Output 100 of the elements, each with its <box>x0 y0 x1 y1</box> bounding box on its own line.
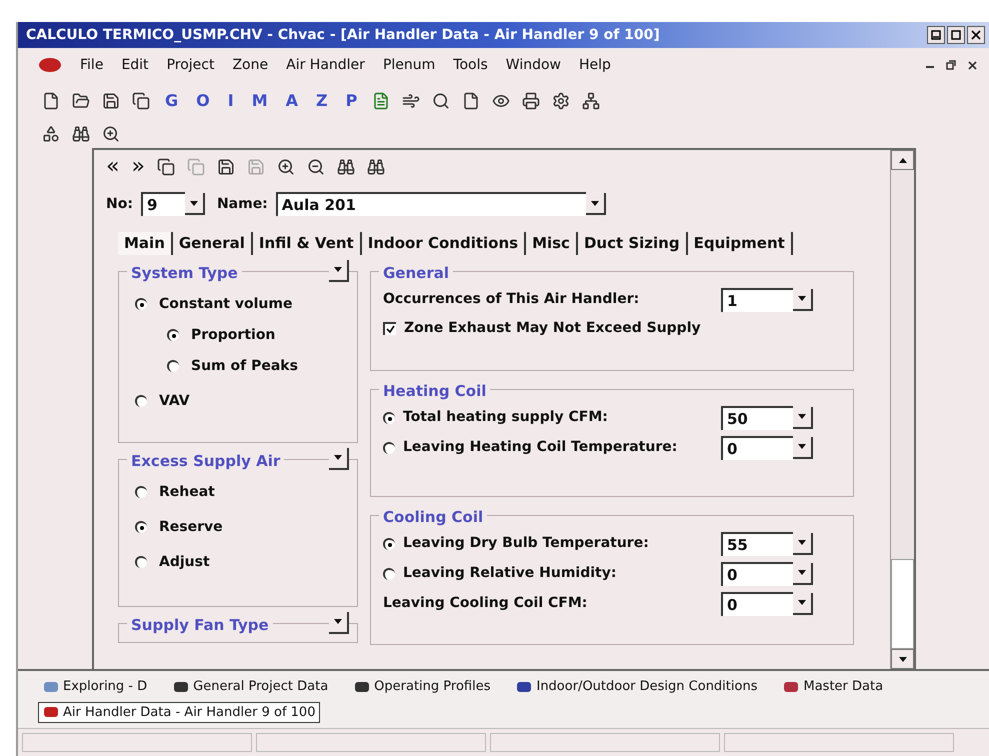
dropdown-arrow-button[interactable] <box>793 436 813 458</box>
radio-button[interactable] <box>383 412 395 424</box>
toolbar-letter-button[interactable]: I <box>224 89 237 113</box>
menu-item[interactable]: Plenum <box>382 54 436 76</box>
caret-icon <box>798 570 806 575</box>
up-arrow-icon[interactable] <box>898 158 906 162</box>
close-icon[interactable] <box>968 60 977 70</box>
tab[interactable]: Equipment <box>688 232 793 254</box>
value-field[interactable]: 0 <box>721 562 793 586</box>
minimize-button[interactable] <box>927 26 945 44</box>
preview-icon[interactable] <box>492 92 510 110</box>
dropdown-arrow-button[interactable] <box>793 532 813 554</box>
tab[interactable]: General <box>172 232 253 254</box>
copy-icon[interactable] <box>132 92 150 110</box>
radio-button[interactable] <box>383 538 395 550</box>
page-icon[interactable] <box>462 92 480 110</box>
dropdown-arrow-button[interactable] <box>793 562 813 584</box>
radio-button[interactable] <box>383 568 395 580</box>
dropdown-arrow-button[interactable] <box>793 288 813 310</box>
checkbox[interactable] <box>383 322 396 334</box>
dropdown-arrow-button[interactable] <box>586 193 606 215</box>
value-field[interactable]: 1 <box>721 288 793 312</box>
radio-button[interactable] <box>167 329 179 341</box>
toolbar-letter-button[interactable]: G <box>162 89 182 113</box>
radio-button[interactable] <box>135 521 147 533</box>
menu-item[interactable]: Zone <box>232 54 268 76</box>
option-label: Constant volume <box>159 294 292 314</box>
radio-button[interactable] <box>135 486 147 498</box>
option-label: Sum of Peaks <box>191 356 298 376</box>
taskbar-item[interactable]: Master Data <box>778 676 888 698</box>
save-icon[interactable] <box>102 92 120 110</box>
menu-item[interactable]: Window <box>506 54 561 76</box>
printer-icon[interactable] <box>522 92 540 110</box>
value-field[interactable]: 0 <box>721 436 793 460</box>
search-icon[interactable] <box>432 92 450 110</box>
caret-icon <box>190 200 198 206</box>
app-icon[interactable] <box>38 56 62 74</box>
document-icon[interactable] <box>372 92 390 110</box>
save-icon[interactable] <box>216 158 235 176</box>
binoculars-icon[interactable] <box>72 125 90 143</box>
zoom-out-icon[interactable] <box>306 158 325 176</box>
toolbar-letter-button[interactable]: P <box>342 89 360 113</box>
restore-icon[interactable] <box>946 60 956 70</box>
toolbar-letter-button[interactable]: M <box>248 89 271 113</box>
value-field[interactable]: 0 <box>721 592 793 616</box>
radio-button[interactable] <box>135 556 147 568</box>
taskbar-item[interactable]: Air Handler Data - Air Handler 9 of 100 <box>38 702 320 723</box>
scrollbar[interactable] <box>890 150 914 669</box>
scrollbar-thumb[interactable] <box>891 559 914 649</box>
toolbar-letter-button[interactable]: A <box>282 89 302 113</box>
menu-item[interactable]: Tools <box>453 54 488 76</box>
zoom-icon[interactable] <box>102 125 120 143</box>
network-icon[interactable] <box>582 92 600 110</box>
dropdown-arrow-button[interactable] <box>184 193 205 215</box>
option-label: Proportion <box>191 326 276 344</box>
nav-arrow-button[interactable]: « <box>106 156 120 178</box>
binoculars-icon[interactable] <box>336 158 355 176</box>
window-icon <box>783 680 800 694</box>
settings-icon[interactable] <box>552 92 570 110</box>
menu-item[interactable]: Edit <box>121 54 149 76</box>
tab[interactable]: Indoor Conditions <box>362 232 526 254</box>
radio-button[interactable] <box>135 298 147 310</box>
taskbar-item[interactable]: Operating Profiles <box>349 676 496 698</box>
radio-button[interactable] <box>383 442 395 454</box>
taskbar-item[interactable]: Exploring - D <box>38 676 152 698</box>
shapes-icon[interactable] <box>42 125 60 143</box>
field-label: No: <box>106 194 133 214</box>
menu-item[interactable]: Air Handler <box>286 54 365 76</box>
radio-button[interactable] <box>167 360 179 372</box>
minimize-icon <box>931 30 941 40</box>
toolbar-letter-button[interactable]: Z <box>313 89 331 113</box>
value-field[interactable]: Aula 201 <box>276 192 586 216</box>
tab[interactable]: Misc <box>526 232 578 254</box>
tab[interactable]: Infil & Vent <box>252 232 362 254</box>
folder-icon[interactable] <box>72 92 90 110</box>
nav-arrow-button[interactable]: » <box>131 156 145 178</box>
menu-item[interactable]: Project <box>166 54 214 76</box>
tab[interactable]: Main <box>118 232 173 254</box>
taskbar-item[interactable]: General Project Data <box>168 676 334 698</box>
tab[interactable]: Duct Sizing <box>578 232 688 254</box>
window-icon <box>43 705 59 720</box>
caret-icon <box>798 600 806 605</box>
field-label: Leaving Cooling Coil CFM: <box>383 594 588 613</box>
down-arrow-icon[interactable] <box>898 656 906 662</box>
value-field[interactable]: 50 <box>721 406 793 430</box>
zoom-in-icon[interactable] <box>276 158 295 176</box>
value-field[interactable]: 9 <box>140 192 185 216</box>
copy-icon[interactable] <box>156 158 175 176</box>
close-button[interactable] <box>967 26 985 44</box>
taskbar-item[interactable]: Indoor/Outdoor Design Conditions <box>511 676 762 698</box>
maximize-button[interactable] <box>947 26 965 44</box>
menu-item[interactable]: Help <box>578 54 611 76</box>
value-field[interactable]: 55 <box>721 532 793 556</box>
new-file-icon[interactable] <box>42 92 60 110</box>
radio-button[interactable] <box>135 395 147 407</box>
binoculars-icon[interactable] <box>366 158 385 176</box>
toolbar-letter-button[interactable]: O <box>193 89 213 113</box>
menu-item[interactable]: File <box>80 54 104 76</box>
dropdown-arrow-button[interactable] <box>793 592 813 614</box>
dropdown-arrow-button[interactable] <box>793 406 813 428</box>
